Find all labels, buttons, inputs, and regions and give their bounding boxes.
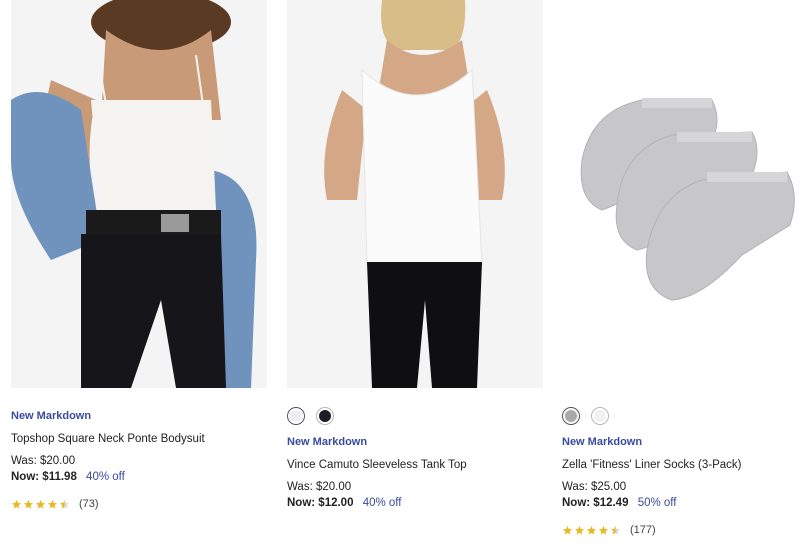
now-price: Now: $12.49 <box>562 497 629 509</box>
bodysuit-photo <box>11 0 267 388</box>
socks-photo <box>562 0 802 388</box>
tank-top-photo <box>287 0 543 388</box>
product-title[interactable]: Topshop Square Neck Ponte Bodysuit <box>11 433 267 449</box>
discount-label: 50% off <box>637 497 677 509</box>
star-icon <box>586 525 597 535</box>
was-price: Was: $20.00 <box>287 481 352 493</box>
product-card[interactable]: New Markdown Vince Camuto Sleeveless Tan… <box>287 0 543 513</box>
color-swatches <box>562 405 802 427</box>
now-price-row: Now: $11.98 40% off <box>11 471 267 487</box>
product-title[interactable]: Vince Camuto Sleeveless Tank Top <box>287 459 543 475</box>
star-rating <box>562 525 621 536</box>
swatch-dot <box>565 410 577 422</box>
now-price-row: Now: $12.49 50% off <box>562 497 802 513</box>
color-swatch-black[interactable] <box>316 407 334 425</box>
now-price-row: Now: $12.00 40% off <box>287 497 543 513</box>
color-swatches <box>287 405 543 427</box>
star-icon <box>562 525 573 535</box>
star-rating <box>11 499 70 510</box>
star-icon <box>11 499 22 509</box>
product-card[interactable]: New Markdown Zella 'Fitness' Liner Socks… <box>562 0 802 537</box>
star-icon <box>574 525 585 535</box>
product-image[interactable] <box>562 0 802 388</box>
discount-label: 40% off <box>86 471 125 483</box>
star-icon <box>610 525 621 535</box>
was-price: Was: $25.00 <box>562 481 627 493</box>
new-markdown-badge: New Markdown <box>11 410 92 422</box>
star-icon <box>47 499 58 509</box>
product-title[interactable]: Zella 'Fitness' Liner Socks (3-Pack) <box>562 459 802 475</box>
star-icon <box>35 499 46 509</box>
review-count: (177) <box>630 524 656 536</box>
new-markdown-badge: New Markdown <box>287 436 368 448</box>
product-grid: New Markdown Topshop Square Neck Ponte B… <box>0 0 804 549</box>
swatch-dot <box>594 410 606 422</box>
rating[interactable]: (73) <box>11 497 267 511</box>
star-icon <box>598 525 609 535</box>
was-price: Was: $20.00 <box>11 455 76 467</box>
now-price: Now: $12.00 <box>287 497 354 509</box>
product-image[interactable] <box>11 0 267 388</box>
discount-label: 40% off <box>362 497 402 509</box>
swatch-dot <box>319 410 331 422</box>
rating[interactable]: (177) <box>562 523 802 537</box>
color-swatch-white[interactable] <box>591 407 609 425</box>
star-icon <box>23 499 34 509</box>
review-count: (73) <box>79 498 99 510</box>
product-card[interactable]: New Markdown Topshop Square Neck Ponte B… <box>11 0 267 511</box>
color-swatch-grey[interactable] <box>562 407 580 425</box>
star-icon <box>59 499 70 509</box>
new-markdown-badge: New Markdown <box>562 436 643 448</box>
swatch-dot <box>290 410 302 422</box>
now-price: Now: $11.98 <box>11 471 77 483</box>
color-swatch-white[interactable] <box>287 407 305 425</box>
product-image[interactable] <box>287 0 543 388</box>
